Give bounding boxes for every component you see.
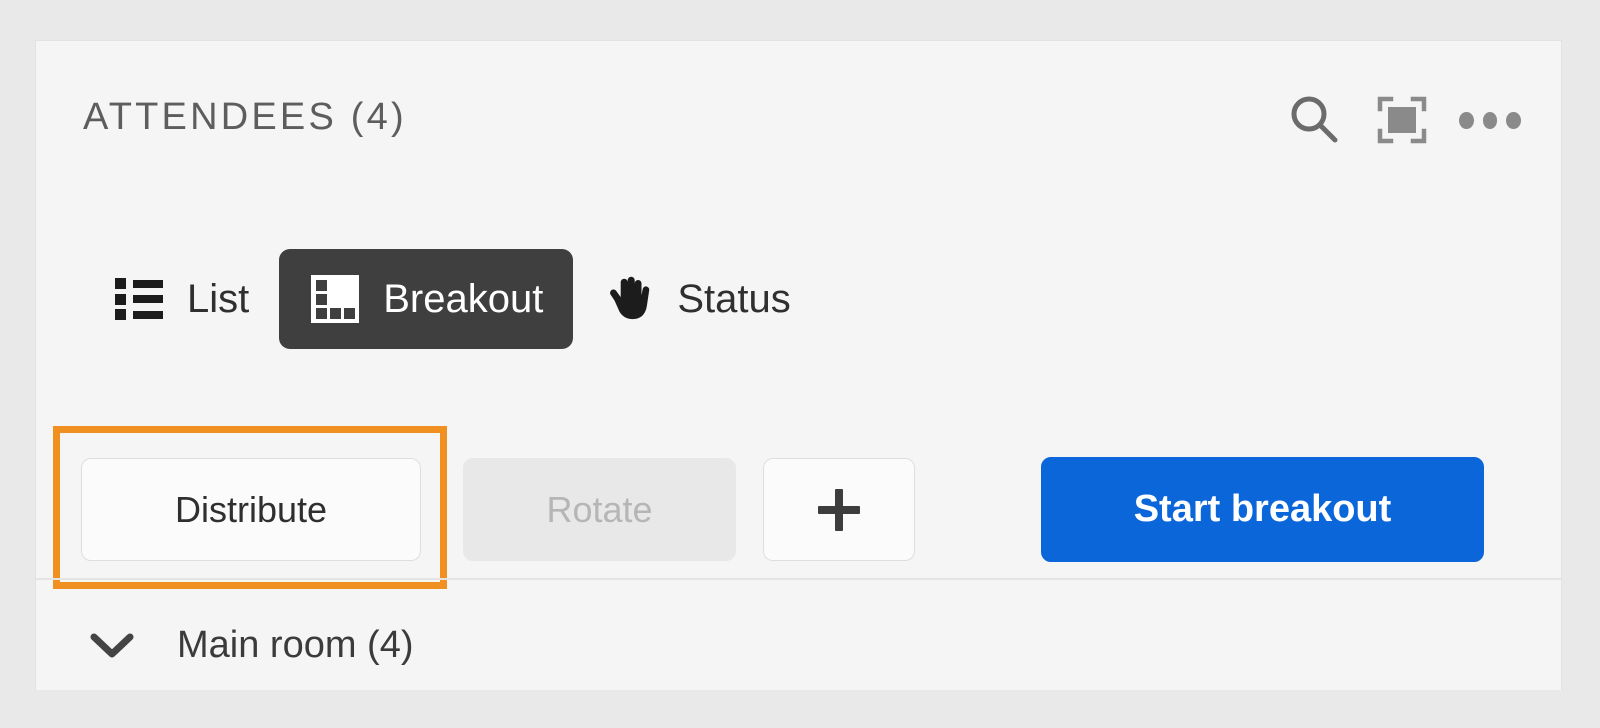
rotate-button[interactable]: Rotate <box>463 458 736 561</box>
dot <box>1459 111 1474 129</box>
distribute-button[interactable]: Distribute <box>81 458 421 561</box>
room-row-main[interactable]: Main room (4) <box>36 601 1561 689</box>
tab-breakout[interactable]: Breakout <box>279 249 574 349</box>
raised-hand-icon <box>603 273 655 325</box>
tab-status[interactable]: Status <box>573 249 820 349</box>
focus-icon[interactable] <box>1371 89 1433 151</box>
grid-icon <box>309 273 361 325</box>
tab-breakout-label: Breakout <box>383 277 544 321</box>
panel-header: ATTENDEES (4) <box>36 41 1561 201</box>
screen: ATTENDEES (4) List Breakout Status Distr… <box>0 0 1600 728</box>
breakout-actions-row: Distribute Rotate Start breakout <box>36 426 1561 591</box>
distribute-button-label: Distribute <box>174 488 328 530</box>
tab-list-label: List <box>187 277 250 321</box>
start-breakout-button-label: Start breakout <box>1133 488 1392 530</box>
tab-list[interactable]: List <box>83 249 279 349</box>
more-options-icon[interactable] <box>1459 89 1522 151</box>
divider <box>36 578 1561 580</box>
attendees-panel: ATTENDEES (4) List Breakout Status Distr… <box>35 40 1562 690</box>
rotate-button-label: Rotate <box>546 488 653 530</box>
tab-status-label: Status <box>677 277 791 321</box>
search-icon[interactable] <box>1283 89 1345 151</box>
plus-icon <box>818 488 860 531</box>
attendees-view-tabs: List Breakout Status <box>83 249 821 349</box>
dot <box>1506 111 1522 129</box>
list-icon <box>113 273 165 325</box>
header-actions <box>1283 89 1522 151</box>
add-room-button[interactable] <box>763 458 915 561</box>
page-title: ATTENDEES (4) <box>83 96 407 138</box>
dot <box>1482 111 1498 129</box>
chevron-down-icon[interactable] <box>88 628 136 662</box>
start-breakout-button[interactable]: Start breakout <box>1041 457 1484 562</box>
room-label: Main room (4) <box>177 623 414 666</box>
